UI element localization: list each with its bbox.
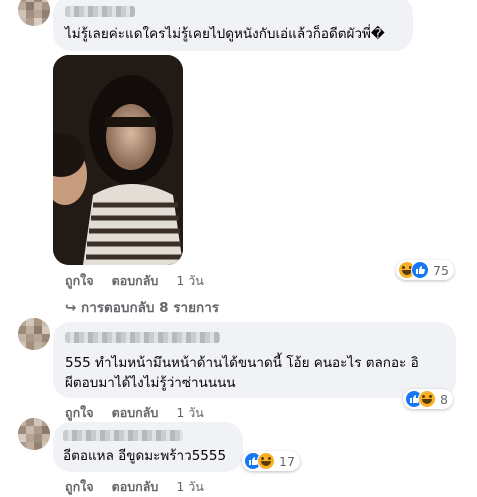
reaction-summary[interactable]: 75	[396, 260, 454, 280]
reply-arrow-icon: ↪	[65, 300, 77, 316]
comment-time[interactable]: 1 วัน	[176, 273, 204, 288]
comment-text: อีตอแหล อีขูดมะพร้าว5555	[63, 448, 227, 464]
reaction-count: 17	[279, 453, 295, 469]
comment-bubble: 555 ทำไมหน้ามึนหน้าด้านได้ขนาดนี้ โอ้ย ค…	[53, 322, 456, 398]
comment-actions: ถูกใจ ตอบกลับ 1 วัน	[65, 271, 204, 291]
comment-bubble: อีตอแหล อีขูดมะพร้าว5555	[53, 422, 243, 472]
comment-text: ไม่รู้เลยค่ะแดใครไม่รู้เคยไปดูหนังกับเอ่…	[65, 26, 385, 42]
commenter-avatar[interactable]	[18, 318, 50, 350]
comment-text: 555 ทำไมหน้ามึนหน้าด้านได้ขนาดนี้ โอ้ย ค…	[65, 355, 419, 371]
comment-actions: ถูกใจ ตอบกลับ 1 วัน	[65, 403, 204, 423]
reaction-summary[interactable]: 17	[242, 451, 300, 471]
commenter-avatar[interactable]	[18, 0, 50, 26]
reply-link[interactable]: ตอบกลับ	[112, 405, 159, 420]
like-link[interactable]: ถูกใจ	[65, 405, 94, 420]
reply-link[interactable]: ตอบกลับ	[112, 273, 159, 288]
view-replies-link[interactable]: ↪ การตอบกลับ 8 รายการ	[65, 296, 219, 318]
reaction-count: 8	[440, 391, 448, 407]
commenter-name[interactable]	[65, 332, 220, 343]
comment-actions: ถูกใจ ตอบกลับ 1 วัน	[65, 477, 204, 497]
comment-photo[interactable]	[53, 55, 183, 265]
like-link[interactable]: ถูกใจ	[65, 273, 94, 288]
comment-time[interactable]: 1 วัน	[176, 405, 204, 420]
commenter-name[interactable]	[65, 6, 135, 17]
commenter-avatar[interactable]	[18, 418, 50, 450]
replies-label: การตอบกลับ 8 รายการ	[81, 300, 220, 316]
reaction-count: 75	[433, 262, 449, 278]
comment-text: ผีตอบมาได้ไงไม่รู้ว่าซ่านนนน	[65, 375, 236, 391]
haha-icon	[418, 390, 436, 408]
haha-icon	[257, 452, 275, 470]
comment-bubble: ไม่รู้เลยค่ะแดใครไม่รู้เคยไปดูหนังกับเอ่…	[53, 0, 413, 51]
like-icon	[411, 261, 429, 279]
commenter-name[interactable]	[63, 430, 183, 441]
reaction-summary[interactable]: 8	[403, 389, 453, 409]
